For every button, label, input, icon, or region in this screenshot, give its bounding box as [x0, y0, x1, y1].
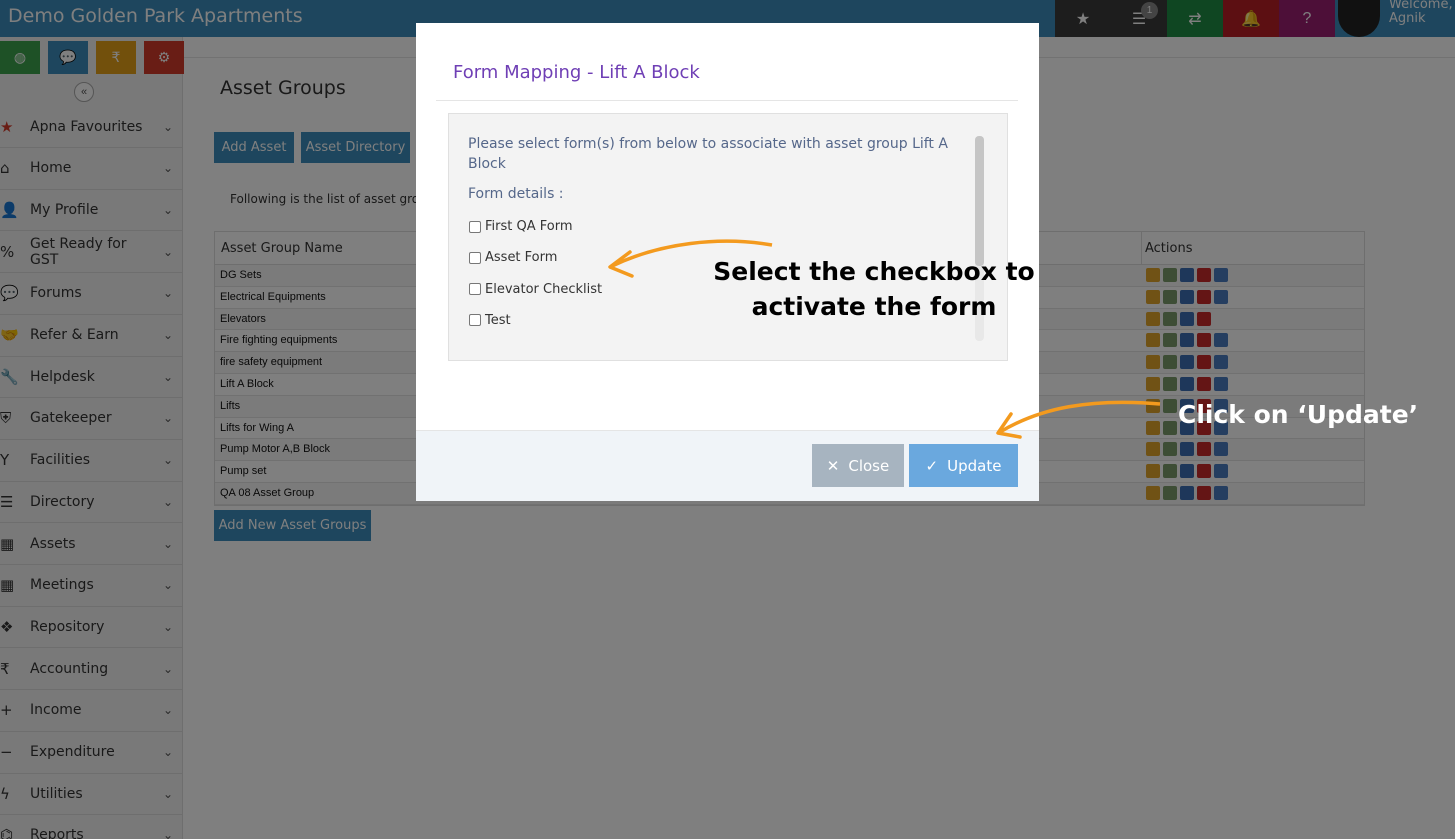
annotation-line-2: activate the form: [751, 292, 997, 321]
arrow-to-update: [999, 400, 1161, 434]
annotation-line-1: Select the checkbox to: [713, 257, 1035, 286]
click-update-annotation: Click on ‘Update’: [1178, 400, 1419, 429]
select-checkbox-annotation: Select the checkbox to activate the form: [712, 254, 1036, 324]
arrowhead-checkboxes: [608, 250, 634, 278]
